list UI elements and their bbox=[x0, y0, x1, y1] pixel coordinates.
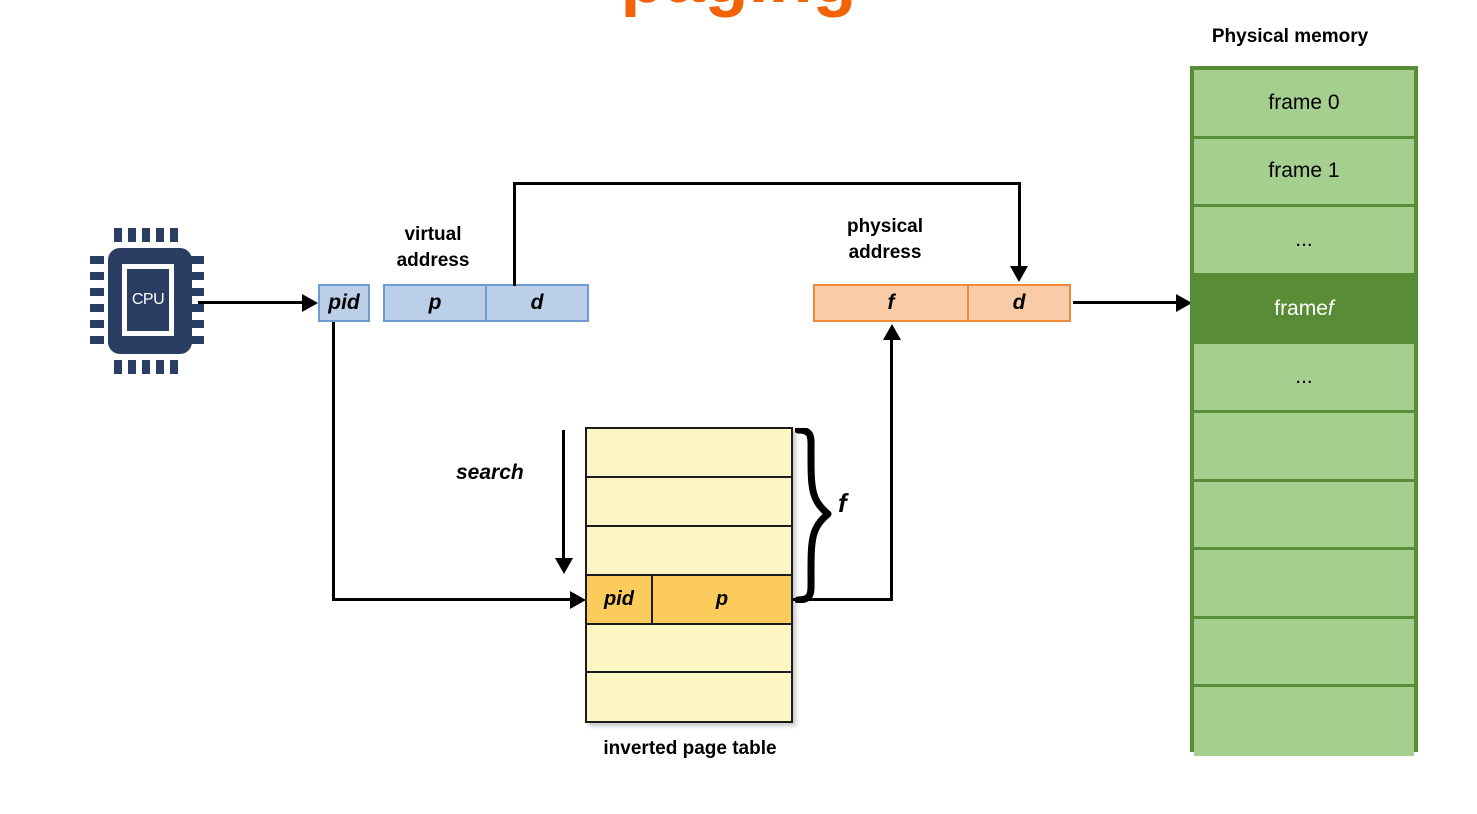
search-arrowhead bbox=[555, 558, 573, 574]
cpu-pin bbox=[90, 336, 104, 344]
cpu-pin bbox=[114, 360, 122, 374]
memory-frame-row[interactable] bbox=[1194, 687, 1414, 756]
search-label: search bbox=[456, 461, 524, 484]
virtual-address-caption: virtual address bbox=[396, 224, 470, 271]
cpu-pin bbox=[190, 288, 204, 296]
cpu-label: CPU bbox=[131, 291, 165, 308]
table-to-frame-arrowhead bbox=[883, 324, 901, 340]
offset-connector-vertical-right bbox=[1018, 182, 1021, 268]
memory-frame-row[interactable]: ... bbox=[1194, 344, 1414, 413]
offset-connector-arrowhead bbox=[1010, 266, 1028, 282]
table-to-frame-connector-horizontal bbox=[793, 598, 893, 601]
cpu-pin bbox=[142, 360, 150, 374]
inverted-page-table-caption: inverted page table bbox=[603, 738, 777, 759]
memory-frame-label: frame 1 bbox=[1268, 159, 1340, 183]
memory-frame-row[interactable]: frame 1 bbox=[1194, 138, 1414, 208]
cpu-pin bbox=[190, 256, 204, 264]
memory-frame-row-selected[interactable]: frame f bbox=[1194, 275, 1414, 345]
virtual-address-offset-field[interactable]: d bbox=[485, 284, 589, 322]
memory-frame-row[interactable]: frame 0 bbox=[1194, 70, 1414, 139]
cpu-pin bbox=[142, 228, 150, 242]
page-table-row[interactable] bbox=[587, 673, 791, 721]
cpu-pin bbox=[190, 272, 204, 280]
pid-to-table-connector-vertical bbox=[332, 322, 335, 600]
page-title-fragment: paging bbox=[0, 0, 1477, 18]
physical-address-caption: physical address bbox=[846, 216, 924, 263]
diagram-canvas: paging CPU virtual address pid p d bbox=[0, 0, 1477, 814]
cpu-pin bbox=[90, 272, 104, 280]
memory-frame-label: frame bbox=[1274, 296, 1328, 320]
cpu-pin bbox=[114, 228, 122, 242]
physical-address-offset-field[interactable]: d bbox=[967, 284, 1071, 322]
memory-frame-row[interactable] bbox=[1194, 618, 1414, 688]
cpu-pin bbox=[128, 228, 136, 242]
frame-number-brace bbox=[794, 426, 835, 604]
page-table-row[interactable] bbox=[587, 527, 791, 576]
physical-address-to-memory-connector bbox=[1073, 301, 1179, 304]
offset-connector-horizontal bbox=[513, 182, 1021, 185]
cpu-pin bbox=[156, 360, 164, 374]
virtual-address-page-field[interactable]: p bbox=[383, 284, 487, 322]
page-table-page-cell: p bbox=[715, 588, 729, 610]
memory-frame-row[interactable] bbox=[1194, 550, 1414, 619]
physical-memory-table: frame 0 frame 1 ... frame f ... bbox=[1190, 66, 1418, 756]
search-arrow-line bbox=[562, 430, 565, 562]
page-table-row-selected[interactable]: pid p bbox=[587, 576, 791, 625]
frame-number-brace-label: f bbox=[838, 488, 847, 518]
cpu-pin bbox=[90, 256, 104, 264]
memory-frame-label: frame 0 bbox=[1268, 90, 1340, 114]
physical-address-frame-field[interactable]: f bbox=[813, 284, 969, 322]
memory-frame-label-italic: f bbox=[1327, 296, 1334, 320]
pid-to-table-connector-horizontal bbox=[332, 598, 575, 601]
virtual-address-pid-field[interactable]: pid bbox=[318, 284, 370, 322]
cpu-pin bbox=[190, 336, 204, 344]
inverted-page-table: pid p bbox=[585, 427, 793, 723]
cpu-pin bbox=[190, 304, 204, 312]
memory-frame-label: ... bbox=[1295, 365, 1313, 389]
memory-frame-label: ... bbox=[1295, 227, 1313, 251]
pid-to-table-arrowhead bbox=[570, 591, 586, 609]
page-table-row[interactable] bbox=[587, 478, 791, 527]
table-to-frame-connector-vertical bbox=[890, 340, 893, 600]
cpu-pin bbox=[90, 320, 104, 328]
memory-frame-row[interactable]: ... bbox=[1194, 207, 1414, 276]
page-table-row[interactable] bbox=[587, 625, 791, 673]
physical-memory-title: Physical memory bbox=[1211, 26, 1369, 47]
cpu-pin bbox=[90, 304, 104, 312]
page-table-pid-cell: pid bbox=[587, 576, 653, 623]
cpu-pin bbox=[90, 288, 104, 296]
cpu-to-pid-connector bbox=[198, 301, 304, 304]
memory-frame-row[interactable] bbox=[1194, 481, 1414, 551]
cpu-pin bbox=[170, 228, 178, 242]
offset-connector-vertical-left bbox=[513, 182, 516, 286]
cpu-pin bbox=[190, 320, 204, 328]
page-table-row[interactable] bbox=[587, 429, 791, 478]
cpu-pin bbox=[128, 360, 136, 374]
cpu-to-pid-arrowhead bbox=[302, 294, 318, 312]
cpu-pin bbox=[156, 228, 164, 242]
memory-frame-row[interactable] bbox=[1194, 412, 1414, 482]
cpu-pin bbox=[170, 360, 178, 374]
cpu-chip-icon: CPU bbox=[86, 222, 210, 380]
